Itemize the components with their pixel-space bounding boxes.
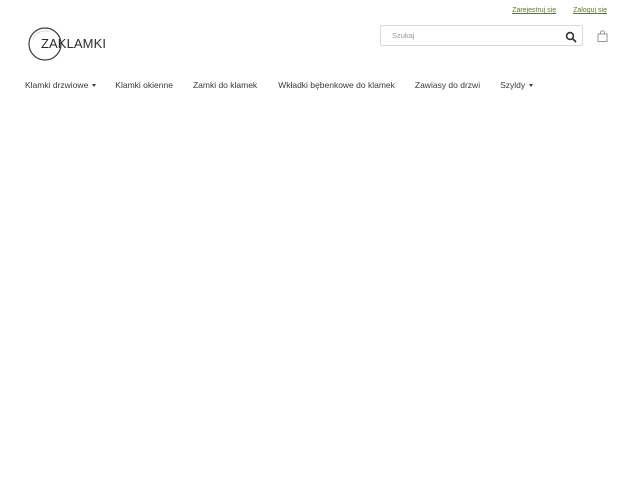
search-input[interactable] bbox=[381, 26, 567, 45]
search-button[interactable] bbox=[565, 30, 577, 43]
site-logo[interactable]: ZAKLAMKI bbox=[28, 27, 118, 62]
nav-item-label: Zawiasy do drzwi bbox=[414, 80, 481, 90]
search-icon bbox=[565, 31, 577, 43]
cart-button[interactable] bbox=[597, 29, 608, 42]
shopping-bag-icon bbox=[597, 30, 608, 42]
register-link[interactable]: Zarejestruj się bbox=[512, 7, 556, 14]
nav-item-hinges[interactable]: Zawiasy do drzwi bbox=[415, 80, 480, 90]
nav-item-label: Klamki okienne bbox=[115, 80, 173, 90]
search-box bbox=[380, 25, 583, 46]
main-nav: Klamki drzwiowe Klamki okienne Zamki do … bbox=[25, 80, 534, 90]
logo-text: ZAKLAMKI bbox=[41, 36, 107, 51]
nav-item-label: Klamki drzwiowe bbox=[25, 80, 89, 90]
nav-item-window-handles[interactable]: Klamki okienne bbox=[115, 80, 173, 90]
login-link[interactable]: Zaloguj się bbox=[573, 7, 607, 14]
nav-item-door-handles[interactable]: Klamki drzwiowe bbox=[25, 80, 97, 90]
nav-item-escutcheons[interactable]: Szyldy bbox=[500, 80, 534, 90]
nav-item-label: Wkładki bębenkowe do klamek bbox=[278, 80, 395, 90]
account-links: Zarejestruj się Zaloguj się bbox=[512, 7, 607, 14]
caret-down-icon bbox=[529, 84, 534, 87]
nav-item-locks[interactable]: Zamki do klamek bbox=[193, 80, 257, 90]
caret-down-icon bbox=[92, 84, 97, 87]
nav-item-label: Zamki do klamek bbox=[192, 80, 258, 90]
nav-item-label: Szyldy bbox=[500, 80, 526, 90]
page: Zarejestruj się Zaloguj się ZAKLAMKI Kla… bbox=[0, 0, 640, 480]
nav-item-cylinders[interactable]: Wkładki bębenkowe do klamek bbox=[278, 80, 395, 90]
